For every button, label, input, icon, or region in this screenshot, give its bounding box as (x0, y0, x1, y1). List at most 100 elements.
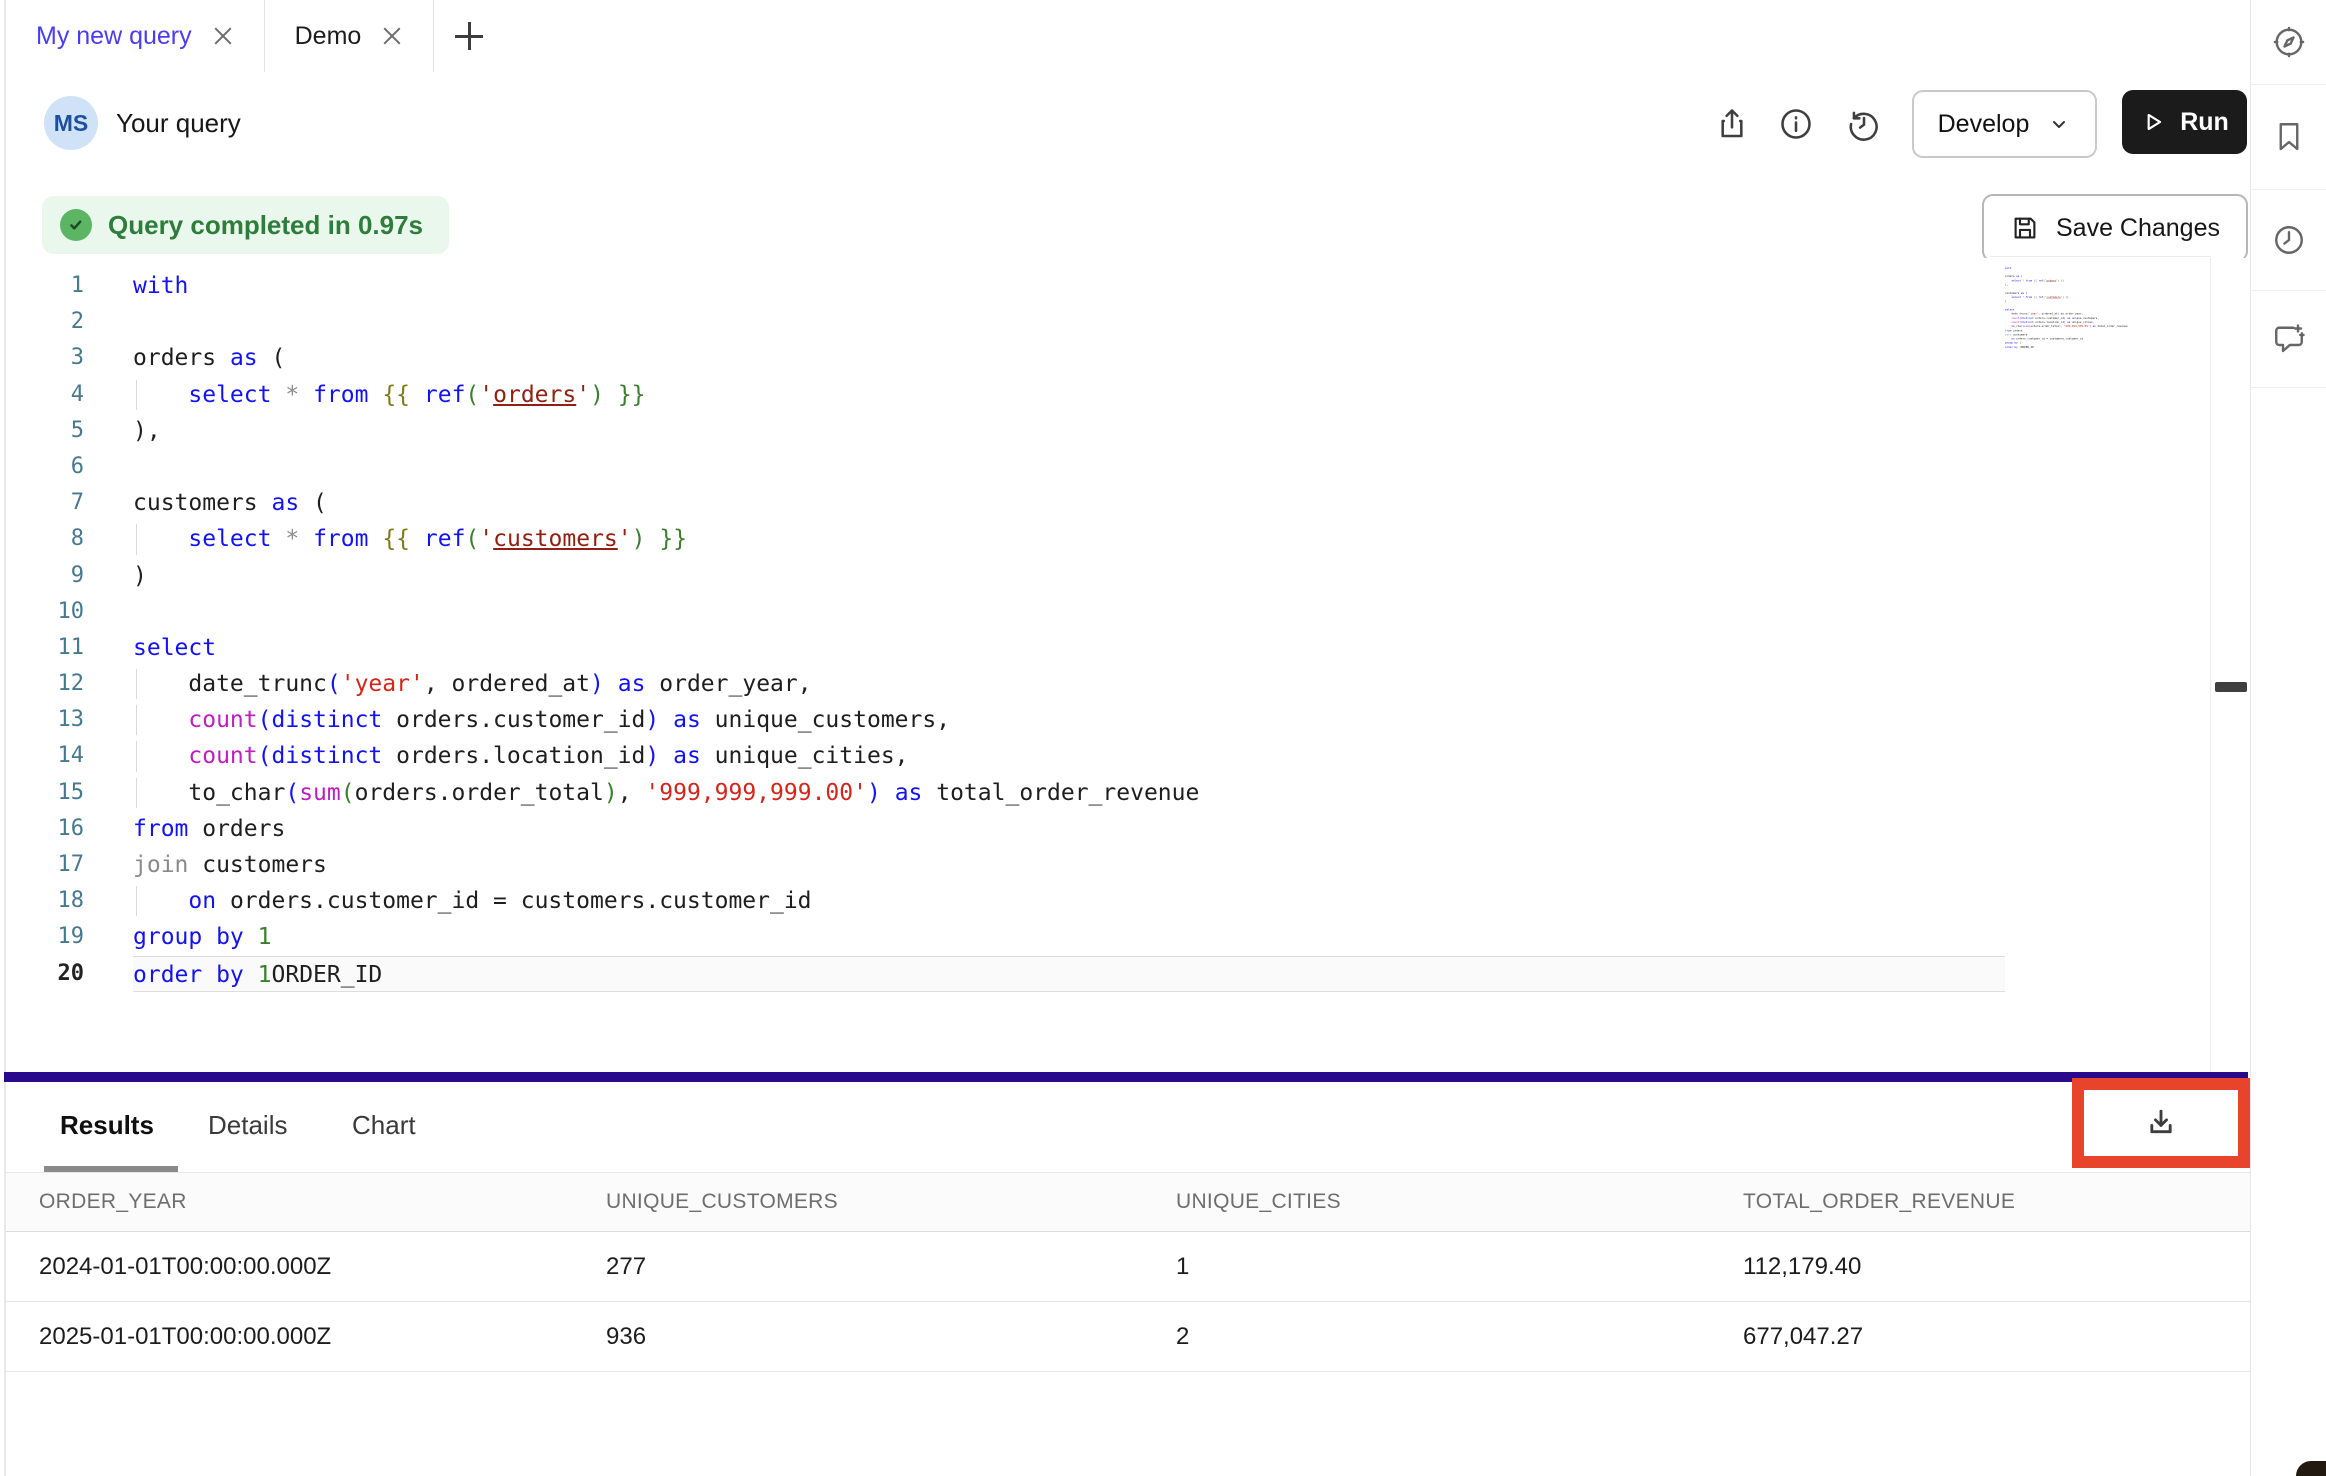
table-cell: 936 (606, 1302, 646, 1372)
code-line[interactable]: orders as ( (133, 340, 2005, 376)
editor-minimap[interactable]: withorders as ( select * from {{ ref('or… (2005, 266, 2155, 370)
code-line[interactable]: order by 1ORDER_ID (133, 956, 2005, 992)
code-line[interactable]: select (133, 630, 2005, 666)
save-icon (2010, 213, 2040, 243)
line-number: 7 (6, 485, 84, 521)
main-panel: My new query Demo MS Your query (0, 0, 2250, 1476)
table-cell: 112,179.40 (1743, 1232, 1861, 1302)
history-icon (1846, 106, 1882, 142)
table-header-cell: UNIQUE_CUSTOMERS (606, 1173, 838, 1231)
table-header-row: ORDER_YEARUNIQUE_CUSTOMERSUNIQUE_CITIEST… (6, 1173, 2250, 1232)
check-circle-icon (60, 209, 92, 241)
code-line[interactable]: ), (133, 413, 2005, 449)
line-number: 8 (6, 521, 84, 557)
line-number: 18 (6, 883, 84, 919)
table-row[interactable]: 2024-01-01T00:00:00.000Z 277 1 112,179.40 (6, 1232, 2250, 1302)
code-line[interactable]: group by 1 (133, 919, 2005, 955)
run-label: Run (2180, 108, 2229, 137)
code-line[interactable]: to_char(sum(orders.order_total), '999,99… (133, 775, 2005, 811)
code-line[interactable] (133, 449, 2005, 485)
line-number: 12 (6, 666, 84, 702)
sql-editor[interactable]: 1234567891011121314151617181920 withorde… (6, 258, 2250, 1072)
table-cell: 1 (1176, 1232, 1189, 1302)
table-header-cell: UNIQUE_CITIES (1176, 1173, 1341, 1231)
table-cell: 2 (1176, 1302, 1189, 1372)
close-icon[interactable] (381, 25, 403, 47)
avatar[interactable]: MS (44, 96, 98, 150)
code-line[interactable]: on orders.customer_id = customers.custom… (133, 883, 2005, 919)
tab-demo[interactable]: Demo (265, 0, 435, 72)
minimap-content: withorders as ( select * from {{ ref('or… (2005, 266, 2022, 349)
download-icon (2142, 1104, 2180, 1142)
download-results-button[interactable] (2142, 1104, 2180, 1142)
tab-chart[interactable]: Chart (352, 1110, 416, 1141)
plus-icon (455, 22, 483, 50)
line-number: 1 (6, 268, 84, 304)
info-button[interactable] (1776, 104, 1816, 144)
tab-label: Demo (295, 22, 362, 51)
table-cell: 2024-01-01T00:00:00.000Z (39, 1232, 331, 1302)
line-number: 17 (6, 847, 84, 883)
tab-my-new-query[interactable]: My new query (6, 0, 265, 72)
code-line[interactable]: select * from {{ ref('orders') }} (133, 377, 2005, 413)
code-line[interactable]: count(distinct orders.location_id) as un… (133, 738, 2005, 774)
develop-dropdown[interactable]: Develop (1912, 90, 2097, 158)
app-window: My new query Demo MS Your query (0, 0, 2326, 1476)
code-line[interactable]: count(distinct orders.customer_id) as un… (133, 702, 2005, 738)
code-line[interactable]: order by 1ORDER_ID (2005, 345, 2155, 349)
right-sidebar (2250, 0, 2326, 1476)
line-number: 15 (6, 775, 84, 811)
code-line[interactable] (133, 304, 2005, 340)
line-number: 6 (6, 449, 84, 485)
line-number: 14 (6, 738, 84, 774)
code-line[interactable]: select * from {{ ref('customers') }} (133, 521, 2005, 557)
line-number: 20 (6, 956, 84, 992)
sidebar-item-explore[interactable] (2251, 0, 2326, 85)
chevron-down-icon (2047, 112, 2071, 136)
line-number: 3 (6, 340, 84, 376)
table-cell: 277 (606, 1232, 646, 1302)
history-button[interactable] (1844, 104, 1884, 144)
code-line[interactable]: with (133, 268, 2005, 304)
line-number: 5 (6, 413, 84, 449)
code-line[interactable]: ) (133, 558, 2005, 594)
editor-tab-bar: My new query Demo (6, 0, 2250, 73)
compass-icon (2271, 24, 2307, 60)
clock-icon (2271, 222, 2307, 258)
code-area[interactable]: with orders as ( select * from {{ ref('or… (133, 268, 2005, 992)
code-line[interactable]: join customers (133, 847, 2005, 883)
code-line[interactable]: customers as ( (133, 485, 2005, 521)
code-line[interactable]: from orders (133, 811, 2005, 847)
share-icon (1714, 106, 1750, 142)
table-cell: 2025-01-01T00:00:00.000Z (39, 1302, 331, 1372)
line-number: 2 (6, 304, 84, 340)
line-number: 10 (6, 594, 84, 630)
save-label: Save Changes (2056, 214, 2220, 243)
share-button[interactable] (1712, 104, 1752, 144)
line-number: 19 (6, 919, 84, 955)
new-tab-button[interactable] (434, 0, 504, 72)
line-number: 9 (6, 558, 84, 594)
query-header: MS Your query D (6, 72, 2250, 172)
page-title: Your query (116, 108, 241, 139)
tab-results[interactable]: Results (60, 1110, 154, 1141)
download-annotation-box (2072, 1078, 2250, 1168)
table-cell: 677,047.27 (1743, 1302, 1863, 1372)
feedback-sparkle-icon (2271, 321, 2307, 357)
scrollbar-thumb[interactable] (2215, 682, 2247, 692)
run-button[interactable]: Run (2122, 90, 2247, 154)
play-icon (2140, 109, 2166, 135)
table-row[interactable]: 2025-01-01T00:00:00.000Z 936 2 677,047.27 (6, 1302, 2250, 1372)
tab-details[interactable]: Details (208, 1110, 287, 1141)
sidebar-item-bookmarks[interactable] (2251, 85, 2326, 190)
query-status-badge: Query completed in 0.97s (42, 196, 449, 254)
sidebar-item-feedback[interactable] (2251, 291, 2326, 388)
panel-resize-divider[interactable] (4, 1072, 2248, 1082)
tab-label: My new query (36, 22, 192, 51)
code-line[interactable] (133, 594, 2005, 630)
code-area[interactable]: withorders as ( select * from {{ ref('or… (2005, 266, 2022, 349)
sidebar-item-history[interactable] (2251, 190, 2326, 291)
save-changes-button[interactable]: Save Changes (1982, 194, 2248, 262)
close-icon[interactable] (212, 25, 234, 47)
code-line[interactable]: date_trunc('year', ordered_at) as order_… (133, 666, 2005, 702)
